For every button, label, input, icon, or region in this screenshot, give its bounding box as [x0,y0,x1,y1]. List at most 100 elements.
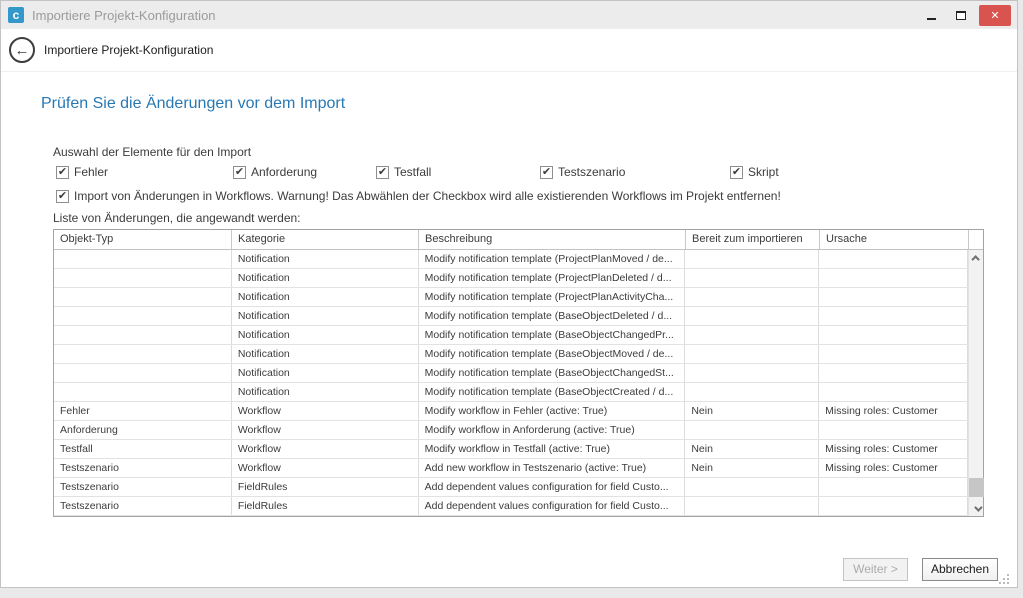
chevron-up-icon [971,255,979,263]
app-logo-icon: c [8,7,24,23]
cell-ursache [819,345,968,363]
cell-ursache: Missing roles: Customer [819,440,968,458]
checkbox-label: Fehler [74,165,108,179]
cell-beschreibung: Modify notification template (BaseObject… [419,326,686,344]
cell-objekt-typ: Fehler [54,402,232,420]
column-header-ursache[interactable]: Ursache [820,230,969,249]
checkbox-checked-icon: ✔ [730,166,743,179]
checkbox-label: Testfall [394,165,431,179]
cancel-button[interactable]: Abbrechen [922,558,998,581]
checkbox-fehler[interactable]: ✔ Fehler [56,165,233,179]
scrollbar-thumb[interactable] [969,478,984,497]
table-row[interactable]: Notification Modify notification templat… [54,345,968,364]
column-header-beschreibung[interactable]: Beschreibung [419,230,686,249]
checkbox-workflow-import[interactable]: ✔ Import von Änderungen in Workflows. Wa… [56,189,781,203]
cell-ursache [819,421,968,439]
cell-ursache [819,383,968,401]
cell-beschreibung: Modify notification template (BaseObject… [419,345,686,363]
cell-bereit [685,288,819,306]
table-row[interactable]: Fehler Workflow Modify workflow in Fehle… [54,402,968,421]
cell-ursache: Missing roles: Customer [819,459,968,477]
cell-kategorie: Notification [232,269,419,287]
cell-beschreibung: Modify workflow in Anforderung (active: … [419,421,686,439]
table-row[interactable]: Testszenario FieldRules Add dependent va… [54,497,968,516]
table-row[interactable]: Notification Modify notification templat… [54,307,968,326]
table-row[interactable]: Notification Modify notification templat… [54,383,968,402]
cell-beschreibung: Modify workflow in Testfall (active: Tru… [419,440,686,458]
resize-grip-icon[interactable] [999,573,1010,584]
checkbox-label: Skript [748,165,779,179]
maximize-button[interactable] [949,5,973,25]
cell-kategorie: Workflow [232,402,419,420]
cell-bereit [685,364,819,382]
cell-bereit: Nein [685,402,819,420]
table-row[interactable]: Notification Modify notification templat… [54,269,968,288]
cell-objekt-typ [54,269,232,287]
checkbox-checked-icon: ✔ [56,166,69,179]
cell-bereit [685,345,819,363]
cell-kategorie: Workflow [232,440,419,458]
close-button[interactable]: ✕ [979,5,1011,26]
column-header-bereit[interactable]: Bereit zum importieren [686,230,820,249]
workflow-checkbox-label: Import von Änderungen in Workflows. Warn… [74,189,781,203]
cell-bereit [685,250,819,268]
cell-kategorie: Workflow [232,421,419,439]
changes-list-label: Liste von Änderungen, die angewandt werd… [53,211,301,225]
cell-bereit: Nein [685,440,819,458]
checkbox-testszenario[interactable]: ✔ Testszenario [540,165,730,179]
cell-ursache [819,364,968,382]
minimize-icon [927,18,936,20]
checkbox-testfall[interactable]: ✔ Testfall [376,165,540,179]
cell-beschreibung: Add new workflow in Testszenario (active… [419,459,686,477]
table-header-row: Objekt-Typ Kategorie Beschreibung Bereit… [54,230,983,250]
window-title: Importiere Projekt-Konfiguration [32,8,919,23]
scroll-down-button[interactable] [969,501,984,516]
scroll-up-button[interactable] [969,250,984,265]
checkbox-label: Anforderung [251,165,317,179]
checkbox-checked-icon: ✔ [376,166,389,179]
table-row[interactable]: Notification Modify notification templat… [54,250,968,269]
chevron-down-icon [974,503,982,511]
cell-kategorie: Notification [232,364,419,382]
table-row[interactable]: Notification Modify notification templat… [54,364,968,383]
cell-objekt-typ [54,383,232,401]
cell-objekt-typ: Anforderung [54,421,232,439]
page-title: Prüfen Sie die Änderungen vor dem Import [41,95,345,113]
cell-ursache [819,269,968,287]
cell-beschreibung: Modify notification template (ProjectPla… [419,269,686,287]
cell-kategorie: FieldRules [232,478,419,496]
cell-objekt-typ [54,364,232,382]
cell-kategorie: Notification [232,288,419,306]
cell-ursache [819,326,968,344]
cell-beschreibung: Add dependent values configuration for f… [419,497,686,515]
table-row[interactable]: Testszenario FieldRules Add dependent va… [54,478,968,497]
table-row[interactable]: Anforderung Workflow Modify workflow in … [54,421,968,440]
element-checkbox-row: ✔ Fehler ✔ Anforderung ✔ Testfall ✔ Test… [56,165,779,179]
checkbox-checked-icon: ✔ [56,190,69,203]
column-header-objekt-typ[interactable]: Objekt-Typ [54,230,232,249]
checkbox-skript[interactable]: ✔ Skript [730,165,779,179]
cell-kategorie: Workflow [232,459,419,477]
table-row[interactable]: Notification Modify notification templat… [54,288,968,307]
table-row[interactable]: Testszenario Workflow Add new workflow i… [54,459,968,478]
cell-kategorie: FieldRules [232,497,419,515]
cell-beschreibung: Modify notification template (ProjectPla… [419,288,686,306]
page-header: ← Importiere Projekt-Konfiguration [1,29,1017,72]
cell-beschreibung: Modify notification template (BaseObject… [419,364,686,382]
back-button[interactable]: ← [9,37,35,63]
cell-ursache [819,478,968,496]
cell-objekt-typ: Testszenario [54,459,232,477]
cell-bereit [685,307,819,325]
cell-objekt-typ [54,326,232,344]
minimize-button[interactable] [919,5,943,25]
table-row[interactable]: Notification Modify notification templat… [54,326,968,345]
table-row[interactable]: Testfall Workflow Modify workflow in Tes… [54,440,968,459]
checkbox-anforderung[interactable]: ✔ Anforderung [233,165,376,179]
page-header-title: Importiere Projekt-Konfiguration [44,43,213,57]
cell-objekt-typ: Testszenario [54,478,232,496]
column-header-kategorie[interactable]: Kategorie [232,230,419,249]
cell-objekt-typ [54,288,232,306]
next-button[interactable]: Weiter > [843,558,908,581]
cell-objekt-typ [54,250,232,268]
vertical-scrollbar[interactable] [968,250,983,516]
